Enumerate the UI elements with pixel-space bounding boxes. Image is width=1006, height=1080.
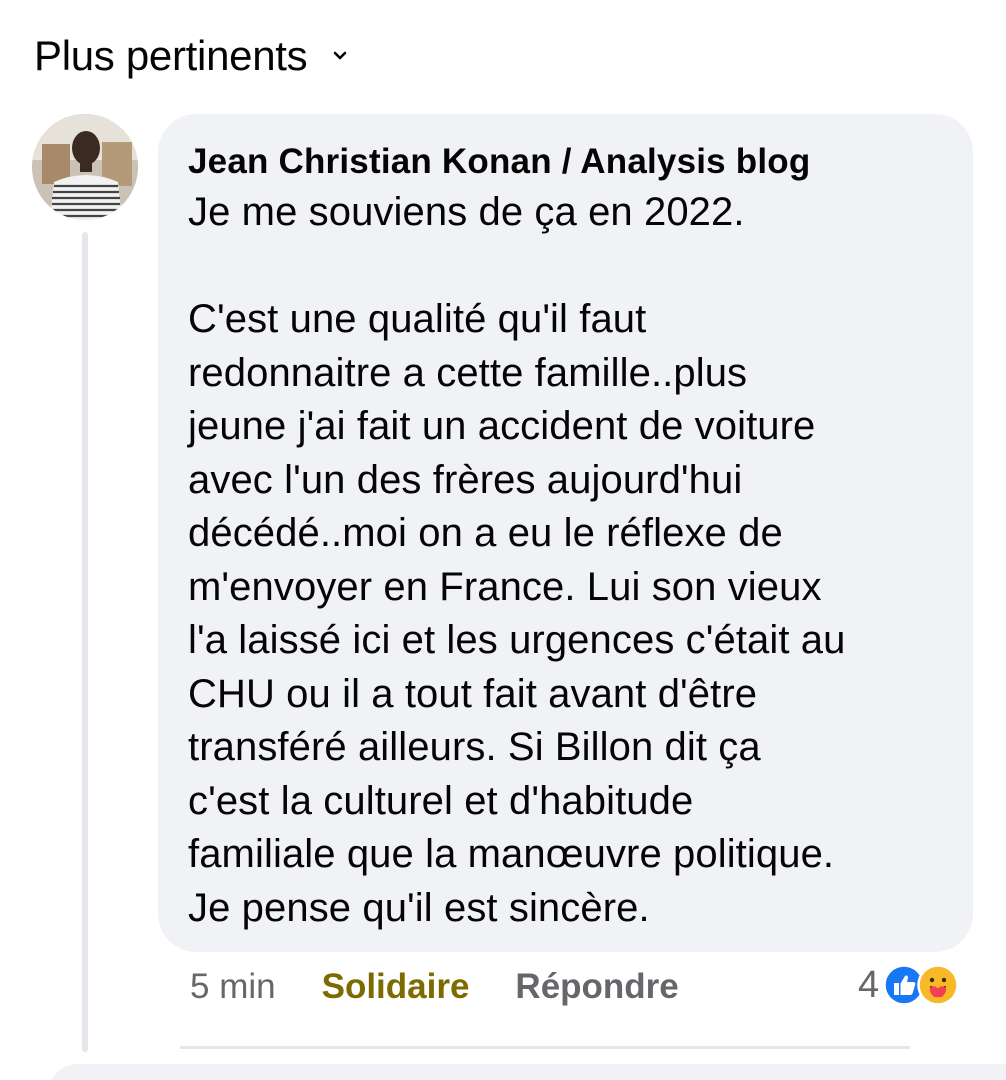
comment-text: Je me souviens de ça en 2022. C'est une … — [188, 190, 846, 930]
sort-label: Plus pertinents — [34, 32, 308, 79]
reaction-button[interactable]: Solidaire — [322, 967, 470, 1007]
comment-actions: 5 min Solidaire Répondre — [190, 962, 679, 1012]
avatar-image — [32, 114, 138, 220]
care-icon — [917, 964, 959, 1006]
thread-line — [82, 232, 88, 1052]
chevron-down-icon — [334, 51, 347, 60]
avatar[interactable] — [32, 114, 138, 220]
sort-dropdown[interactable]: Plus pertinents — [34, 30, 349, 82]
comment-time[interactable]: 5 min — [190, 967, 276, 1007]
comments-page: Plus pertinents Jean Christian Konan / A… — [0, 0, 1006, 1080]
comment-bubble: Jean Christian Konan / Analysis blog Je … — [158, 114, 973, 952]
reply-button[interactable]: Répondre — [515, 967, 678, 1007]
comment-author[interactable]: Jean Christian Konan / Analysis blog — [188, 142, 943, 182]
next-comment-bubble — [48, 1064, 1006, 1080]
reaction-count: 4 — [858, 963, 880, 1006]
reaction-summary[interactable]: 4 — [858, 960, 959, 1010]
divider — [180, 1046, 910, 1049]
